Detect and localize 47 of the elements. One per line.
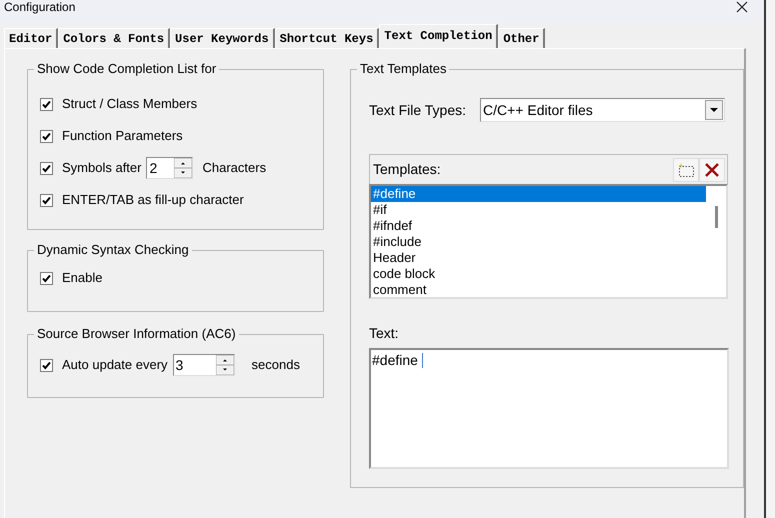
checkbox-label: Struct / Class Members — [62, 95, 198, 114]
template-item[interactable]: #include — [371, 234, 706, 250]
checkbox-label: Auto update every — [62, 356, 168, 374]
group-title: Source Browser Information (AC6) — [34, 326, 239, 342]
checkbox[interactable] — [40, 98, 53, 110]
text-area[interactable]: #define — [369, 348, 729, 469]
delete-icon — [704, 162, 720, 178]
window-title: Configuration — [4, 0, 76, 14]
spin-field[interactable]: 2 — [146, 157, 194, 179]
new-item-icon — [677, 162, 695, 178]
group-title: Show Code Completion List for — [34, 61, 220, 77]
checkbox[interactable] — [40, 272, 53, 284]
template-item[interactable]: #ifndef — [371, 218, 706, 234]
template-item[interactable]: Header — [371, 250, 706, 266]
spin-field[interactable]: 3 — [172, 354, 235, 376]
template-item[interactable]: code block — [371, 266, 706, 282]
tab[interactable]: Text Completion — [379, 24, 498, 48]
tab[interactable]: Editor — [4, 28, 58, 48]
tab[interactable]: User Keywords — [170, 28, 275, 48]
list-label: Templates: — [373, 160, 441, 179]
template-item[interactable]: comment — [371, 282, 706, 297]
tab[interactable]: Other — [498, 28, 546, 48]
unit-label: seconds — [252, 356, 300, 374]
checkbox[interactable] — [40, 358, 53, 372]
delete-template-button[interactable] — [699, 158, 725, 182]
field-label: Text: — [369, 324, 400, 343]
template-item[interactable]: #if — [371, 202, 706, 218]
checkbox[interactable] — [40, 194, 53, 206]
checkbox-label: Symbols after — [62, 159, 142, 178]
close-icon[interactable] — [736, 1, 748, 13]
checkbox[interactable] — [40, 130, 53, 142]
new-template-button[interactable] — [673, 158, 699, 182]
tab[interactable]: Colors & Fonts — [58, 28, 170, 48]
field-label: Text File Types: — [369, 100, 466, 120]
file-type-dropdown[interactable]: C/C++ Editor files — [480, 98, 725, 122]
unit-label: Characters — [202, 159, 266, 178]
spin-arrows-icon[interactable] — [174, 158, 192, 178]
checkbox-label: Function Parameters — [62, 127, 183, 146]
checkbox[interactable] — [40, 162, 53, 174]
group-title: Dynamic Syntax Checking — [34, 242, 192, 258]
spin-arrows-icon[interactable] — [216, 355, 234, 375]
text-cursor — [422, 353, 423, 368]
group-title: Text Templates — [357, 61, 450, 77]
checkbox-label: Enable — [62, 269, 102, 288]
tab[interactable]: Shortcut Keys — [274, 28, 380, 48]
checkbox-label: ENTER/TAB as fill-up character — [62, 191, 244, 210]
template-item[interactable]: #define — [371, 186, 706, 202]
